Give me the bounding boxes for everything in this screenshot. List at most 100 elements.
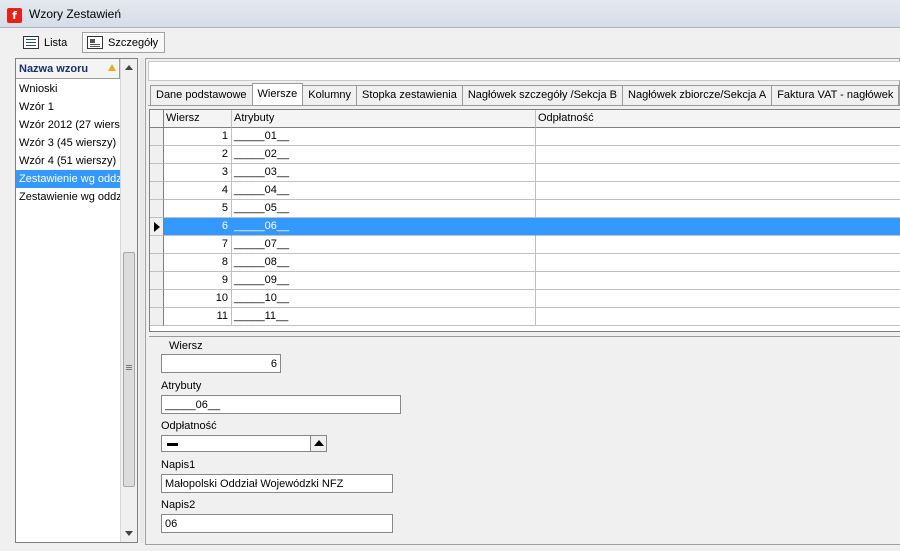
- cell-wiersz[interactable]: 6: [164, 218, 232, 236]
- list-body: Wnioski Wzór 1 Wzór 2012 (27 wiersz Wzór 3 …: [16, 80, 120, 206]
- row-indicator[interactable]: [150, 146, 164, 164]
- tab-strip: Dane podstawowe Wiersze Kolumny Stopka zest…: [150, 83, 900, 105]
- row-indicator[interactable]: [150, 182, 164, 200]
- table-row[interactable]: 7 _____07__: [150, 236, 900, 254]
- tab-6[interactable]: Faktura VAT - nagłówek: [771, 85, 900, 105]
- cell-wiersz[interactable]: 8: [164, 254, 232, 272]
- scroll-thumb[interactable]: [123, 252, 135, 487]
- list-view-button[interactable]: Lista: [18, 32, 74, 53]
- column-header-odplatnosc[interactable]: Odpłatność: [536, 110, 900, 128]
- list-item[interactable]: Wzór 4 (51 wierszy): [16, 152, 120, 170]
- cell-odplatnosc[interactable]: [536, 128, 900, 146]
- cell-wiersz[interactable]: 1: [164, 128, 232, 146]
- cell-wiersz[interactable]: 10: [164, 290, 232, 308]
- tab-0[interactable]: Dane podstawowe: [150, 85, 253, 105]
- list-item[interactable]: Wzór 1: [16, 98, 120, 116]
- row-indicator[interactable]: [150, 290, 164, 308]
- tab-1[interactable]: Wiersze: [251, 83, 304, 105]
- details-panel: Dane podstawowe Wiersze Kolumny Stopka zest…: [145, 58, 900, 545]
- cell-atrybuty[interactable]: _____07__: [232, 236, 536, 254]
- list-item[interactable]: Wnioski: [16, 80, 120, 98]
- odplatnosc-combo[interactable]: [161, 435, 327, 452]
- cell-wiersz[interactable]: 3: [164, 164, 232, 182]
- cell-atrybuty[interactable]: _____09__: [232, 272, 536, 290]
- list-column-header[interactable]: Nazwa wzoru: [16, 59, 120, 79]
- cell-odplatnosc[interactable]: [536, 218, 900, 236]
- odplatnosc-label: Odpłatność: [161, 420, 217, 432]
- row-indicator[interactable]: [150, 128, 164, 146]
- cell-odplatnosc[interactable]: [536, 272, 900, 290]
- cell-odplatnosc[interactable]: [536, 290, 900, 308]
- list-vertical-scrollbar[interactable]: [120, 59, 137, 542]
- atrybuty-field[interactable]: [161, 395, 401, 414]
- odplatnosc-dropdown-button[interactable]: [310, 436, 326, 451]
- cell-atrybuty[interactable]: _____06__: [232, 218, 536, 236]
- cell-atrybuty[interactable]: _____08__: [232, 254, 536, 272]
- row-indicator[interactable]: [150, 254, 164, 272]
- details-view-button[interactable]: Szczegóły: [82, 32, 166, 53]
- napis1-field[interactable]: [161, 474, 393, 493]
- scroll-up-icon[interactable]: [125, 65, 133, 70]
- cell-odplatnosc[interactable]: [536, 182, 900, 200]
- row-indicator[interactable]: [150, 272, 164, 290]
- minus-icon: [167, 443, 178, 446]
- cell-atrybuty[interactable]: _____05__: [232, 200, 536, 218]
- table-row[interactable]: 10 _____10__: [150, 290, 900, 308]
- table-row[interactable]: 1 _____01__: [150, 128, 900, 146]
- scroll-down-icon[interactable]: [125, 531, 133, 536]
- tab-2[interactable]: Kolumny: [302, 85, 358, 105]
- cell-atrybuty[interactable]: _____01__: [232, 128, 536, 146]
- row-indicator[interactable]: [150, 200, 164, 218]
- table-row[interactable]: 11 _____11__: [150, 308, 900, 326]
- napis2-field[interactable]: [161, 514, 393, 533]
- details-header-strip: [148, 61, 900, 81]
- cell-odplatnosc[interactable]: [536, 236, 900, 254]
- list-view-icon: [23, 36, 39, 49]
- panel-splitter[interactable]: [140, 58, 144, 543]
- row-indicator[interactable]: [150, 218, 164, 236]
- list-item[interactable]: Wzór 2012 (27 wiersz: [16, 116, 120, 134]
- column-header-atrybuty[interactable]: Atrybuty: [232, 110, 536, 128]
- app-logo-icon: f: [7, 8, 22, 23]
- cell-wiersz[interactable]: 7: [164, 236, 232, 254]
- cell-wiersz[interactable]: 5: [164, 200, 232, 218]
- cell-atrybuty[interactable]: _____10__: [232, 290, 536, 308]
- row-indicator[interactable]: [150, 164, 164, 182]
- grip-icon: [126, 365, 132, 371]
- cell-atrybuty[interactable]: _____02__: [232, 146, 536, 164]
- table-row[interactable]: 4 _____04__: [150, 182, 900, 200]
- list-item[interactable]: Wzór 3 (45 wierszy): [16, 134, 120, 152]
- details-view-label: Szczegóły: [108, 36, 159, 49]
- cell-atrybuty[interactable]: _____11__: [232, 308, 536, 326]
- napis1-label: Napis1: [161, 459, 196, 471]
- wiersz-field[interactable]: [161, 354, 281, 373]
- table-row[interactable]: 2 _____02__: [150, 146, 900, 164]
- list-item[interactable]: Zestawienie wg oddz: [16, 188, 120, 206]
- cell-atrybuty[interactable]: _____03__: [232, 164, 536, 182]
- cell-atrybuty[interactable]: _____04__: [232, 182, 536, 200]
- row-indicator[interactable]: [150, 236, 164, 254]
- details-view-icon: [87, 36, 103, 49]
- tab-5[interactable]: Nagłówek zbiorcze/Sekcja A: [622, 85, 773, 105]
- cell-wiersz[interactable]: 4: [164, 182, 232, 200]
- row-indicator[interactable]: [150, 308, 164, 326]
- cell-wiersz[interactable]: 9: [164, 272, 232, 290]
- cell-odplatnosc[interactable]: [536, 254, 900, 272]
- tab-page-wiersze: Wiersz Atrybuty Odpłatność 1 _____01__ 2 __…: [148, 105, 900, 544]
- cell-wiersz[interactable]: 2: [164, 146, 232, 164]
- table-row[interactable]: 3 _____03__: [150, 164, 900, 182]
- rows-grid: Wiersz Atrybuty Odpłatność 1 _____01__ 2 __…: [149, 109, 900, 332]
- cell-wiersz[interactable]: 11: [164, 308, 232, 326]
- list-item[interactable]: Zestawienie wg oddz: [16, 170, 120, 188]
- cell-odplatnosc[interactable]: [536, 164, 900, 182]
- cell-odplatnosc[interactable]: [536, 200, 900, 218]
- table-row[interactable]: 9 _____09__: [150, 272, 900, 290]
- table-row[interactable]: 6 _____06__: [150, 218, 900, 236]
- tab-3[interactable]: Stopka zestawienia: [356, 85, 463, 105]
- table-row[interactable]: 8 _____08__: [150, 254, 900, 272]
- cell-odplatnosc[interactable]: [536, 308, 900, 326]
- tab-4[interactable]: Nagłówek szczegóły /Sekcja B: [461, 85, 624, 105]
- cell-odplatnosc[interactable]: [536, 146, 900, 164]
- column-header-wiersz[interactable]: Wiersz: [164, 110, 232, 128]
- table-row[interactable]: 5 _____05__: [150, 200, 900, 218]
